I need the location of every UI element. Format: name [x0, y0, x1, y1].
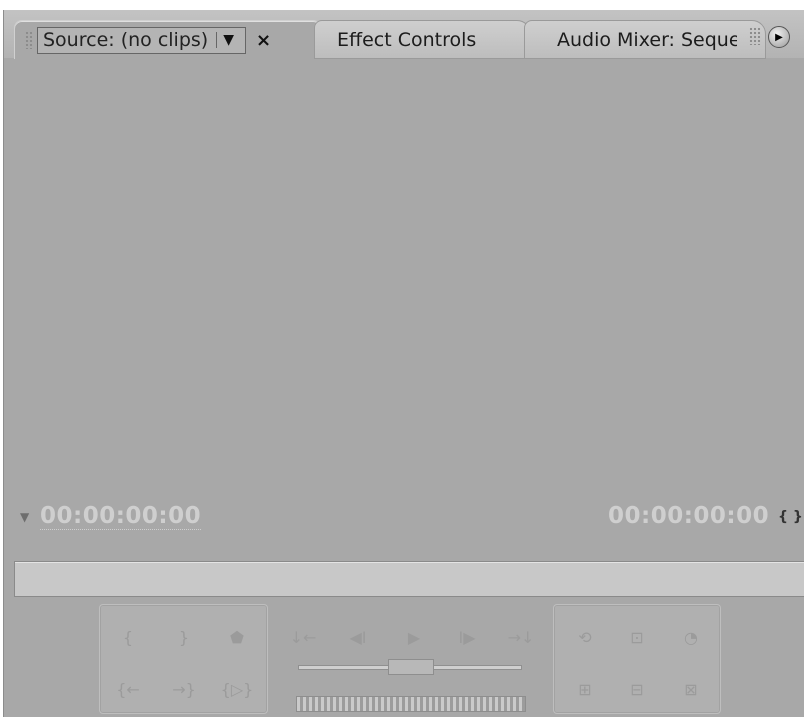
set-marker-button[interactable]: ⬟ — [222, 622, 252, 652]
shuttle-control[interactable] — [296, 696, 526, 712]
step-back-marker-button[interactable]: ↓← — [288, 622, 318, 652]
overlay-button[interactable]: ⊟ — [622, 674, 652, 704]
current-timecode[interactable]: 00:00:00:00 — [40, 503, 202, 530]
safe-margins-button[interactable]: ⊡ — [622, 622, 652, 652]
time-ruler[interactable] — [14, 561, 804, 597]
zoom-fit-icon[interactable]: { } — [778, 509, 803, 525]
jog-handle[interactable] — [388, 659, 434, 675]
output-button[interactable]: ◔ — [676, 622, 706, 652]
loop-button[interactable]: ⟲ — [570, 622, 600, 652]
source-clip-label: Source: (no clips) — [43, 28, 209, 51]
go-to-in-button[interactable]: {← — [113, 674, 143, 704]
step-back-button[interactable]: ◀I — [343, 622, 373, 652]
duration-timecode: 00:00:00:00 — [608, 503, 770, 529]
close-icon[interactable]: × — [256, 30, 271, 51]
tab-effect-controls-label: Effect Controls — [337, 28, 477, 51]
tab-audio-mixer-label: Audio Mixer: Sequer — [557, 28, 737, 51]
chevron-down-icon[interactable]: ▼ — [216, 31, 240, 48]
mark-in-button[interactable]: { — [113, 622, 143, 652]
tab-source[interactable]: Source: (no clips) ▼ × — [14, 20, 321, 59]
step-forward-button[interactable]: I▶ — [452, 622, 482, 652]
play-button[interactable]: ▶ — [399, 622, 429, 652]
go-to-out-button[interactable]: →} — [169, 674, 199, 704]
tab-effect-controls[interactable]: Effect Controls — [314, 20, 531, 59]
playhead-icon: ▼ — [20, 510, 30, 524]
panel-menu-icon[interactable]: ▶ — [768, 26, 790, 48]
step-forward-marker-button[interactable]: →↓ — [506, 622, 536, 652]
tab-bar: Source: (no clips) ▼ × Effect Controls A… — [4, 10, 804, 59]
play-in-to-out-button[interactable]: {▷} — [221, 674, 254, 704]
tab-audio-mixer[interactable]: Audio Mixer: Sequer — [524, 20, 766, 59]
export-frame-button[interactable]: ⊠ — [676, 674, 706, 704]
drag-grip-icon[interactable] — [749, 27, 761, 45]
insert-button[interactable]: ⊞ — [570, 674, 600, 704]
source-clip-selector[interactable]: Source: (no clips) ▼ — [37, 26, 246, 54]
mark-out-button[interactable]: } — [169, 622, 199, 652]
drag-grip-icon[interactable] — [25, 31, 33, 49]
